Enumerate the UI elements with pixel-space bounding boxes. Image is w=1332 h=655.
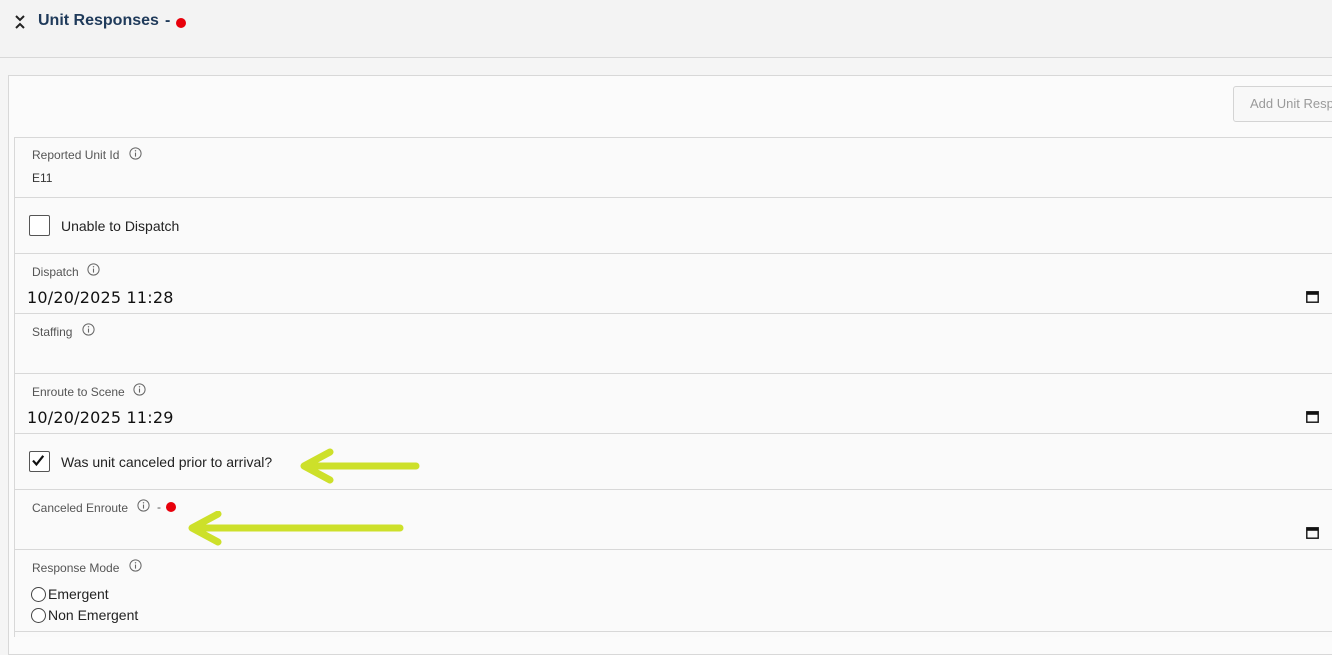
non-emergent-radio[interactable] bbox=[31, 607, 46, 623]
info-icon[interactable] bbox=[137, 499, 150, 512]
staffing-label: Staffing bbox=[32, 325, 73, 339]
collapse-icon[interactable] bbox=[13, 13, 27, 31]
required-indicator bbox=[166, 502, 176, 512]
emergent-radio[interactable] bbox=[31, 586, 46, 602]
response-mode-label: Response Mode bbox=[32, 561, 120, 575]
annotation-arrow-icon bbox=[300, 448, 420, 484]
unable-to-dispatch-checkbox[interactable] bbox=[29, 215, 50, 236]
canceled-prior-checkbox[interactable] bbox=[29, 451, 50, 472]
canceled-enroute-label: Canceled Enroute bbox=[32, 501, 129, 515]
non-emergent-label[interactable]: Non Emergent bbox=[48, 607, 138, 623]
emergent-label[interactable]: Emergent bbox=[48, 586, 109, 602]
unable-to-dispatch-label[interactable]: Unable to Dispatch bbox=[61, 218, 179, 234]
add-unit-response-button[interactable]: Add Unit Resp bbox=[1233, 86, 1332, 122]
canceled-prior-row: Was unit canceled prior to arrival? bbox=[14, 434, 1332, 490]
annotation-arrow-icon bbox=[188, 511, 404, 546]
dispatch-datetime-input[interactable]: 10/20/2025 11:28 bbox=[27, 288, 174, 307]
required-indicator bbox=[176, 18, 186, 28]
title-separator: - bbox=[165, 12, 171, 29]
section-header: Unit Responses - bbox=[0, 0, 1332, 58]
canceled-enroute-separator: - bbox=[157, 500, 161, 514]
canceled-prior-label[interactable]: Was unit canceled prior to arrival? bbox=[61, 454, 272, 470]
enroute-to-scene-field[interactable]: Enroute to Scene 10/20/2025 11:29 bbox=[14, 374, 1332, 434]
calendar-icon[interactable] bbox=[1306, 290, 1319, 303]
info-icon[interactable] bbox=[129, 147, 142, 160]
calendar-icon[interactable] bbox=[1306, 526, 1319, 539]
response-mode-emergent-option[interactable]: Emergent bbox=[31, 585, 109, 603]
info-icon[interactable] bbox=[133, 383, 146, 396]
dispatch-label: Dispatch bbox=[32, 265, 79, 279]
reported-unit-id-value: E11 bbox=[32, 171, 53, 185]
enroute-to-scene-label: Enroute to Scene bbox=[32, 385, 125, 399]
checkmark-icon bbox=[32, 455, 45, 467]
dispatch-field[interactable]: Dispatch 10/20/2025 11:28 bbox=[14, 254, 1332, 314]
info-icon[interactable] bbox=[129, 559, 142, 572]
info-icon[interactable] bbox=[82, 323, 95, 336]
unable-to-dispatch-row: Unable to Dispatch bbox=[14, 198, 1332, 254]
calendar-icon[interactable] bbox=[1306, 410, 1319, 423]
enroute-datetime-input[interactable]: 10/20/2025 11:29 bbox=[27, 408, 174, 427]
staffing-field[interactable]: Staffing bbox=[14, 314, 1332, 374]
response-mode-non-emergent-option[interactable]: Non Emergent bbox=[31, 606, 138, 624]
reported-unit-id-label: Reported Unit Id bbox=[32, 148, 120, 162]
info-icon[interactable] bbox=[87, 263, 100, 276]
section-title: Unit Responses bbox=[38, 12, 159, 29]
reported-unit-id-field[interactable]: Reported Unit Id E11 bbox=[14, 137, 1332, 198]
response-mode-field: Response Mode Emergent Non Emergent bbox=[14, 550, 1332, 632]
